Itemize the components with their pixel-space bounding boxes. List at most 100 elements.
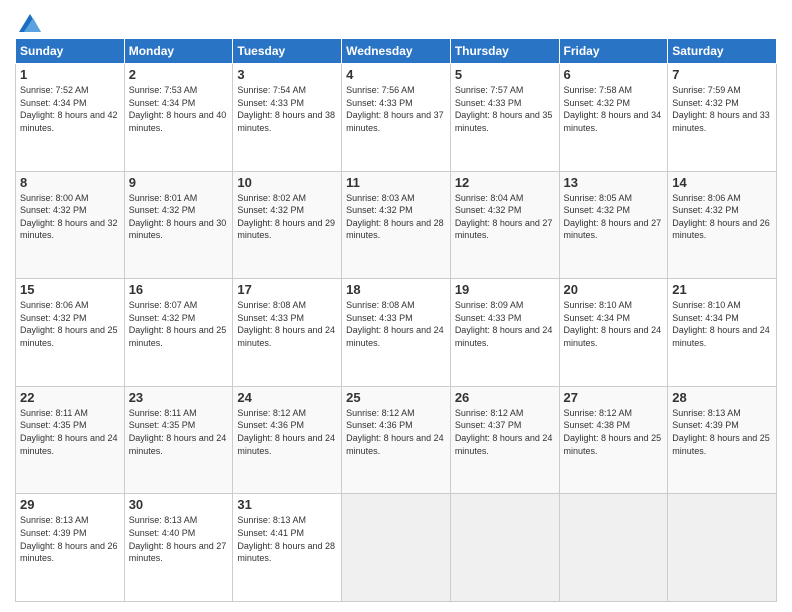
day-detail: Sunrise: 8:10 AM Sunset: 4:34 PM Dayligh…	[672, 299, 772, 349]
calendar-header-row: SundayMondayTuesdayWednesdayThursdayFrid…	[16, 39, 777, 64]
day-detail: Sunrise: 8:04 AM Sunset: 4:32 PM Dayligh…	[455, 192, 555, 242]
day-detail: Sunrise: 8:12 AM Sunset: 4:38 PM Dayligh…	[564, 407, 664, 457]
day-number: 21	[672, 282, 772, 297]
day-detail: Sunrise: 8:13 AM Sunset: 4:39 PM Dayligh…	[20, 514, 120, 564]
day-detail: Sunrise: 8:11 AM Sunset: 4:35 PM Dayligh…	[20, 407, 120, 457]
day-number: 16	[129, 282, 229, 297]
calendar-cell: 16 Sunrise: 8:07 AM Sunset: 4:32 PM Dayl…	[124, 279, 233, 387]
day-number: 10	[237, 175, 337, 190]
day-detail: Sunrise: 8:12 AM Sunset: 4:37 PM Dayligh…	[455, 407, 555, 457]
logo-icon	[19, 14, 41, 32]
calendar-cell: 13 Sunrise: 8:05 AM Sunset: 4:32 PM Dayl…	[559, 171, 668, 279]
day-number: 13	[564, 175, 664, 190]
calendar-cell: 2 Sunrise: 7:53 AM Sunset: 4:34 PM Dayli…	[124, 64, 233, 172]
day-detail: Sunrise: 7:59 AM Sunset: 4:32 PM Dayligh…	[672, 84, 772, 134]
calendar-cell: 12 Sunrise: 8:04 AM Sunset: 4:32 PM Dayl…	[450, 171, 559, 279]
day-detail: Sunrise: 7:53 AM Sunset: 4:34 PM Dayligh…	[129, 84, 229, 134]
day-detail: Sunrise: 8:03 AM Sunset: 4:32 PM Dayligh…	[346, 192, 446, 242]
calendar-cell	[559, 494, 668, 602]
calendar-cell: 20 Sunrise: 8:10 AM Sunset: 4:34 PM Dayl…	[559, 279, 668, 387]
calendar-cell: 1 Sunrise: 7:52 AM Sunset: 4:34 PM Dayli…	[16, 64, 125, 172]
day-detail: Sunrise: 8:07 AM Sunset: 4:32 PM Dayligh…	[129, 299, 229, 349]
day-number: 20	[564, 282, 664, 297]
calendar-cell: 30 Sunrise: 8:13 AM Sunset: 4:40 PM Dayl…	[124, 494, 233, 602]
day-detail: Sunrise: 8:00 AM Sunset: 4:32 PM Dayligh…	[20, 192, 120, 242]
day-detail: Sunrise: 8:11 AM Sunset: 4:35 PM Dayligh…	[129, 407, 229, 457]
day-detail: Sunrise: 8:12 AM Sunset: 4:36 PM Dayligh…	[346, 407, 446, 457]
day-number: 4	[346, 67, 446, 82]
day-number: 18	[346, 282, 446, 297]
calendar-cell: 15 Sunrise: 8:06 AM Sunset: 4:32 PM Dayl…	[16, 279, 125, 387]
calendar-cell: 17 Sunrise: 8:08 AM Sunset: 4:33 PM Dayl…	[233, 279, 342, 387]
calendar-cell: 18 Sunrise: 8:08 AM Sunset: 4:33 PM Dayl…	[342, 279, 451, 387]
calendar-cell: 14 Sunrise: 8:06 AM Sunset: 4:32 PM Dayl…	[668, 171, 777, 279]
day-number: 28	[672, 390, 772, 405]
calendar-cell: 7 Sunrise: 7:59 AM Sunset: 4:32 PM Dayli…	[668, 64, 777, 172]
day-number: 5	[455, 67, 555, 82]
day-number: 7	[672, 67, 772, 82]
calendar-week-2: 15 Sunrise: 8:06 AM Sunset: 4:32 PM Dayl…	[16, 279, 777, 387]
day-number: 11	[346, 175, 446, 190]
calendar-cell	[342, 494, 451, 602]
calendar-header-sunday: Sunday	[16, 39, 125, 64]
day-number: 24	[237, 390, 337, 405]
day-detail: Sunrise: 8:13 AM Sunset: 4:41 PM Dayligh…	[237, 514, 337, 564]
calendar-cell: 4 Sunrise: 7:56 AM Sunset: 4:33 PM Dayli…	[342, 64, 451, 172]
calendar-cell: 10 Sunrise: 8:02 AM Sunset: 4:32 PM Dayl…	[233, 171, 342, 279]
day-number: 15	[20, 282, 120, 297]
day-detail: Sunrise: 8:12 AM Sunset: 4:36 PM Dayligh…	[237, 407, 337, 457]
calendar-cell: 23 Sunrise: 8:11 AM Sunset: 4:35 PM Dayl…	[124, 386, 233, 494]
day-detail: Sunrise: 8:05 AM Sunset: 4:32 PM Dayligh…	[564, 192, 664, 242]
day-number: 29	[20, 497, 120, 512]
day-detail: Sunrise: 8:01 AM Sunset: 4:32 PM Dayligh…	[129, 192, 229, 242]
calendar-table: SundayMondayTuesdayWednesdayThursdayFrid…	[15, 38, 777, 602]
day-number: 2	[129, 67, 229, 82]
day-number: 14	[672, 175, 772, 190]
day-number: 8	[20, 175, 120, 190]
day-detail: Sunrise: 8:02 AM Sunset: 4:32 PM Dayligh…	[237, 192, 337, 242]
day-detail: Sunrise: 7:58 AM Sunset: 4:32 PM Dayligh…	[564, 84, 664, 134]
day-detail: Sunrise: 8:10 AM Sunset: 4:34 PM Dayligh…	[564, 299, 664, 349]
calendar-cell: 3 Sunrise: 7:54 AM Sunset: 4:33 PM Dayli…	[233, 64, 342, 172]
calendar-cell: 9 Sunrise: 8:01 AM Sunset: 4:32 PM Dayli…	[124, 171, 233, 279]
day-number: 1	[20, 67, 120, 82]
calendar-week-3: 22 Sunrise: 8:11 AM Sunset: 4:35 PM Dayl…	[16, 386, 777, 494]
day-number: 31	[237, 497, 337, 512]
day-detail: Sunrise: 7:52 AM Sunset: 4:34 PM Dayligh…	[20, 84, 120, 134]
calendar-cell: 22 Sunrise: 8:11 AM Sunset: 4:35 PM Dayl…	[16, 386, 125, 494]
day-number: 26	[455, 390, 555, 405]
calendar-header-saturday: Saturday	[668, 39, 777, 64]
day-number: 17	[237, 282, 337, 297]
calendar-cell: 21 Sunrise: 8:10 AM Sunset: 4:34 PM Dayl…	[668, 279, 777, 387]
calendar-cell: 26 Sunrise: 8:12 AM Sunset: 4:37 PM Dayl…	[450, 386, 559, 494]
calendar-week-0: 1 Sunrise: 7:52 AM Sunset: 4:34 PM Dayli…	[16, 64, 777, 172]
day-number: 9	[129, 175, 229, 190]
calendar-header-friday: Friday	[559, 39, 668, 64]
calendar-cell	[450, 494, 559, 602]
day-detail: Sunrise: 8:08 AM Sunset: 4:33 PM Dayligh…	[237, 299, 337, 349]
calendar-cell	[668, 494, 777, 602]
calendar-cell: 11 Sunrise: 8:03 AM Sunset: 4:32 PM Dayl…	[342, 171, 451, 279]
calendar-cell: 27 Sunrise: 8:12 AM Sunset: 4:38 PM Dayl…	[559, 386, 668, 494]
day-number: 12	[455, 175, 555, 190]
page: SundayMondayTuesdayWednesdayThursdayFrid…	[0, 0, 792, 612]
day-number: 22	[20, 390, 120, 405]
calendar-cell: 6 Sunrise: 7:58 AM Sunset: 4:32 PM Dayli…	[559, 64, 668, 172]
day-number: 30	[129, 497, 229, 512]
calendar-header-thursday: Thursday	[450, 39, 559, 64]
calendar-cell: 5 Sunrise: 7:57 AM Sunset: 4:33 PM Dayli…	[450, 64, 559, 172]
day-detail: Sunrise: 7:56 AM Sunset: 4:33 PM Dayligh…	[346, 84, 446, 134]
day-number: 19	[455, 282, 555, 297]
calendar-week-1: 8 Sunrise: 8:00 AM Sunset: 4:32 PM Dayli…	[16, 171, 777, 279]
day-detail: Sunrise: 8:09 AM Sunset: 4:33 PM Dayligh…	[455, 299, 555, 349]
day-number: 27	[564, 390, 664, 405]
logo	[15, 14, 41, 32]
day-detail: Sunrise: 8:06 AM Sunset: 4:32 PM Dayligh…	[20, 299, 120, 349]
calendar-cell: 25 Sunrise: 8:12 AM Sunset: 4:36 PM Dayl…	[342, 386, 451, 494]
day-number: 6	[564, 67, 664, 82]
header	[15, 10, 777, 32]
calendar-header-tuesday: Tuesday	[233, 39, 342, 64]
day-detail: Sunrise: 7:54 AM Sunset: 4:33 PM Dayligh…	[237, 84, 337, 134]
day-detail: Sunrise: 8:06 AM Sunset: 4:32 PM Dayligh…	[672, 192, 772, 242]
calendar-header-wednesday: Wednesday	[342, 39, 451, 64]
